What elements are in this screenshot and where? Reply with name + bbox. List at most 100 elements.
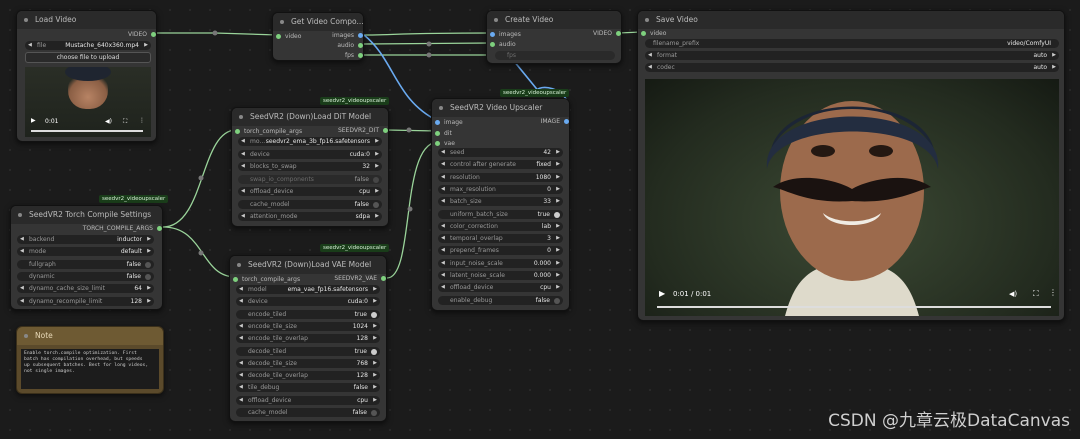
video-upscaler-node[interactable]: SeedVR2 Video Upscaler image dit vae IMA… (431, 98, 570, 311)
widget-offload-device[interactable]: ◀ offload_device cpu ▶ (236, 395, 380, 405)
widget-latent-noise-scale[interactable]: ◀ latent_noise_scale 0.000 ▶ (438, 271, 563, 280)
toggle-knob-icon[interactable] (145, 261, 151, 268)
chevron-left-icon[interactable]: ◀ (241, 137, 245, 146)
fullscreen-icon[interactable]: ⛶ (123, 118, 127, 126)
toggle-knob-icon[interactable] (371, 311, 377, 318)
fullscreen-icon[interactable]: ⛶ (1033, 289, 1039, 299)
chevron-left-icon[interactable]: ◀ (241, 187, 245, 196)
chevron-right-icon[interactable]: ▶ (373, 322, 377, 331)
chevron-left-icon[interactable]: ◀ (241, 162, 245, 171)
widget-blocks-to-swap[interactable]: ◀ blocks_to_swap 32 ▶ (238, 162, 382, 171)
widget-input-noise-scale[interactable]: ◀ input_noise_scale 0.000 ▶ (438, 258, 563, 268)
chevron-left-icon[interactable]: ◀ (441, 259, 445, 268)
widget-batch-size[interactable]: ◀ batch_size 33 ▶ (438, 197, 563, 207)
widget-enable-debug[interactable]: enable_debug false (438, 295, 563, 305)
upload-button[interactable]: choose file to upload (25, 52, 151, 63)
chevron-left-icon[interactable]: ◀ (241, 150, 245, 159)
chevron-right-icon[interactable]: ▶ (556, 259, 560, 268)
widget-temporal-overlap[interactable]: ◀ temporal_overlap 3 ▶ (438, 234, 563, 244)
widget-encode-tile-overlap[interactable]: ◀ encode_tile_overlap 128 ▶ (236, 334, 380, 344)
toggle-knob-icon[interactable] (371, 410, 377, 416)
chevron-right-icon[interactable]: ▶ (556, 148, 560, 157)
chevron-right-icon[interactable]: ▶ (373, 383, 377, 392)
chevron-right-icon[interactable]: ▶ (556, 185, 560, 194)
widget-seed[interactable]: ◀ seed 42 ▶ (438, 148, 563, 157)
input-torch-compile-args[interactable]: torch_compile_args (235, 128, 302, 135)
widget-swap-io-components[interactable]: swap_io_components false (238, 174, 382, 184)
output-video[interactable]: VIDEO (128, 31, 156, 38)
output-image[interactable]: IMAGE (541, 118, 569, 125)
more-icon[interactable]: ⋮ (1049, 288, 1057, 297)
input-images[interactable]: images (490, 31, 521, 38)
save-video-node[interactable]: Save Video video filename_prefix video/C… (637, 10, 1065, 321)
output-seedvr2-dit[interactable]: SEEDVR2_DIT (338, 127, 388, 134)
video-player[interactable]: ▶ 0:01 / 0:01 ◀) ⛶ ⋮ (645, 79, 1059, 316)
chevron-left-icon[interactable]: ◀ (441, 222, 445, 231)
file-combo[interactable]: ◀ file Mustache_640x360.mp4 ▶ (25, 41, 151, 50)
widget-dynamic[interactable]: dynamic false (17, 271, 154, 281)
chevron-right-icon[interactable]: ▶ (373, 285, 377, 294)
chevron-left-icon[interactable]: ◀ (20, 235, 24, 244)
codec-combo[interactable]: ◀ codec auto ▶ (645, 63, 1059, 72)
output-video[interactable]: VIDEO (593, 30, 621, 37)
widget-max-resolution[interactable]: ◀ max_resolution 0 ▶ (438, 184, 563, 194)
chevron-left-icon[interactable]: ◀ (441, 185, 445, 194)
load-dit-node[interactable]: SeedVR2 (Down)Load DiT Model torch_compi… (231, 107, 389, 227)
widget-offload-device[interactable]: ◀ offload_device cpu ▶ (238, 187, 382, 196)
widget-attention-mode[interactable]: ◀ attention_mode sdpa ▶ (238, 212, 382, 221)
input-video[interactable]: video (276, 33, 301, 40)
widget-uniform-batch-size[interactable]: uniform_batch_size true (438, 209, 563, 219)
widget-encode-tile-size[interactable]: ◀ encode_tile_size 1024 ▶ (236, 321, 380, 331)
chevron-left-icon[interactable]: ◀ (441, 234, 445, 243)
create-video-node[interactable]: Create Video images audio VIDEO fps (486, 10, 622, 64)
chevron-right-icon[interactable]: ▶ (373, 359, 377, 368)
chevron-left-icon[interactable]: ◀ (239, 359, 243, 368)
chevron-left-icon[interactable]: ◀ (239, 322, 243, 331)
chevron-right-icon[interactable]: ▶ (556, 197, 560, 206)
chevron-right-icon[interactable]: ▶ (375, 162, 379, 171)
output-audio[interactable]: audio (337, 42, 363, 49)
chevron-right-icon[interactable]: ▶ (375, 150, 379, 159)
widget-cache-model[interactable]: cache_model false (236, 408, 380, 417)
input-audio[interactable]: audio (490, 41, 516, 48)
volume-icon[interactable]: ◀) (105, 118, 112, 125)
toggle-knob-icon[interactable] (373, 201, 379, 208)
chevron-right-icon[interactable]: ▶ (147, 297, 151, 306)
widget-decode-tile-overlap[interactable]: ◀ decode_tile_overlap 128 ▶ (236, 371, 380, 381)
chevron-left-icon[interactable]: ◀ (441, 148, 445, 157)
chevron-right-icon[interactable]: ▶ (373, 396, 377, 405)
chevron-right-icon[interactable]: ▶ (147, 247, 151, 256)
chevron-left-icon[interactable]: ◀ (241, 212, 245, 221)
format-combo[interactable]: ◀ format auto ▶ (645, 51, 1059, 60)
load-vae-node[interactable]: SeedVR2 (Down)Load VAE Model torch_compi… (229, 255, 387, 422)
chevron-right-icon[interactable]: ▶ (375, 137, 379, 146)
chevron-right-icon[interactable]: ▶ (556, 222, 560, 231)
output-seedvr2-vae[interactable]: SEEDVR2_VAE (334, 275, 386, 282)
input-torch-compile-args[interactable]: torch_compile_args (233, 276, 300, 283)
chevron-left-icon[interactable]: ◀ (441, 246, 445, 255)
filename-prefix-field[interactable]: filename_prefix video/ComfyUI (645, 39, 1059, 48)
chevron-left-icon[interactable]: ◀ (441, 271, 445, 280)
widget-prepend-frames[interactable]: ◀ prepend_frames 0 ▶ (438, 246, 563, 256)
chevron-left-icon[interactable]: ◀ (441, 160, 445, 169)
toggle-knob-icon[interactable] (371, 348, 377, 355)
video-preview[interactable]: ▶ 0:01 ◀) ⛶ ⋮ (25, 67, 151, 137)
widget-cache-model[interactable]: cache_model false (238, 199, 382, 209)
chevron-right-icon[interactable]: ▶ (556, 173, 560, 182)
chevron-right-icon[interactable]: ▶ (147, 235, 151, 244)
note-node[interactable]: Note Enable torch.compile optimization. … (16, 326, 164, 394)
output-dot[interactable] (151, 32, 156, 37)
widget-mo[interactable]: ◀ mo... seedvr2_ema_3b_fp16.safetensors ▶ (238, 137, 382, 146)
chevron-left-icon[interactable]: ◀ (20, 247, 24, 256)
chevron-left-icon[interactable]: ◀ (441, 197, 445, 206)
widget-encode-tiled[interactable]: encode_tiled true (236, 309, 380, 319)
chevron-left-icon[interactable]: ◀ (20, 297, 24, 306)
widget-device[interactable]: ◀ device cuda:0 ▶ (236, 297, 380, 307)
widget-decode-tile-size[interactable]: ◀ decode_tile_size 768 ▶ (236, 358, 380, 368)
chevron-right-icon[interactable]: ▶ (556, 160, 560, 169)
chevron-right-icon[interactable]: ▶ (375, 212, 379, 221)
toggle-knob-icon[interactable] (554, 297, 560, 304)
widget-backend[interactable]: ◀ backend inductor ▶ (17, 235, 154, 244)
torch-compile-node[interactable]: SeedVR2 Torch Compile Settings TORCH_COM… (10, 205, 163, 310)
chevron-left-icon[interactable]: ◀ (239, 396, 243, 405)
